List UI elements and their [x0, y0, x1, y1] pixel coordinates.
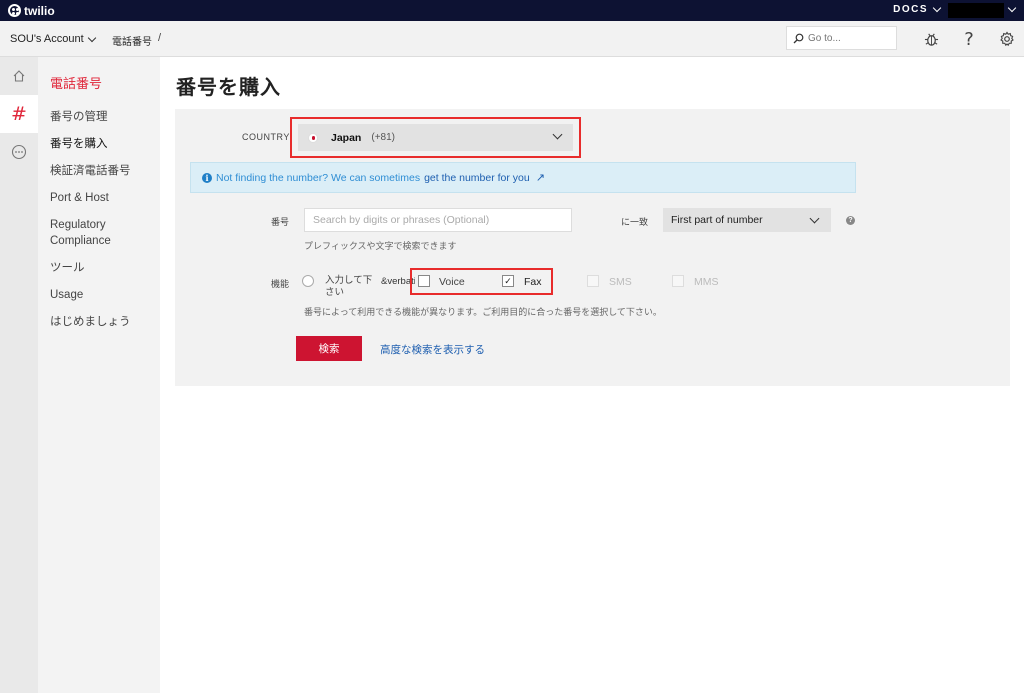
sidenav-item-usage[interactable]: Usage [50, 287, 150, 303]
search-input[interactable] [808, 32, 893, 44]
question-icon[interactable]: ? [846, 216, 855, 225]
match-select[interactable]: First part of number [663, 208, 831, 232]
sidenav-item-getting-started[interactable]: はじめましょう [50, 314, 150, 330]
twilio-logo[interactable]: twilio [8, 4, 55, 18]
country-label: COUNTRY [242, 132, 290, 142]
match-value: First part of number [671, 214, 763, 226]
icon-rail: # [0, 57, 38, 693]
sidenav-item-manage-numbers[interactable]: 番号の管理 [50, 109, 150, 125]
chevron-down-icon [87, 33, 96, 42]
docs-label: DOCS [893, 4, 928, 15]
info-text: Not finding the number? We can sometimes [216, 171, 421, 184]
number-label: 番号 [271, 217, 290, 227]
logo-text: twilio [24, 3, 55, 18]
sidenav-list: 番号の管理 番号を購入 検証済電話番号 Port & Host Regulato… [50, 109, 150, 341]
info-icon: i [202, 172, 212, 183]
search-button[interactable]: 検索 [296, 336, 362, 361]
number-hint: プレフィックスや文字で検索できます [304, 241, 457, 251]
sidenav-item-verified-numbers[interactable]: 検証済電話番号 [50, 163, 150, 179]
sidenav-title[interactable]: 電話番号 [50, 73, 102, 92]
user-menu[interactable] [948, 3, 1004, 18]
highlight-box-country [290, 117, 581, 158]
sidenav-item-tools[interactable]: ツール [50, 260, 150, 276]
sidenav-item-buy-number[interactable]: 番号を購入 [50, 136, 150, 152]
mms-checkbox[interactable] [672, 275, 684, 287]
number-search-input[interactable] [304, 208, 572, 232]
mms-label: MMS [694, 276, 719, 288]
match-label: に一致 [621, 217, 649, 227]
account-switcher[interactable]: SOU's Account [10, 33, 96, 45]
more-icon[interactable] [0, 133, 38, 171]
hash-icon[interactable]: # [0, 95, 38, 133]
sub-header: SOU's Account 電話番号 / ? [0, 21, 1024, 57]
advanced-search-link[interactable]: 高度な検索を表示する [380, 342, 485, 357]
chevron-down-icon [932, 3, 942, 13]
sidenav-item-regulatory-compliance[interactable]: Regulatory Compliance [50, 217, 150, 249]
page-title: 番号を購入 [176, 77, 281, 99]
sms-checkbox[interactable] [587, 275, 599, 287]
capability-label: 機能 [271, 279, 290, 289]
capability-radio[interactable] [302, 275, 314, 287]
help-icon[interactable]: ? [960, 29, 978, 50]
twilio-logo-icon [8, 4, 21, 17]
chevron-down-icon[interactable] [1007, 3, 1017, 13]
account-label: SOU's Account [10, 33, 84, 45]
highlight-box-capabilities [410, 268, 553, 295]
go-to-search[interactable] [786, 26, 897, 50]
get-number-link[interactable]: get the number for you [424, 172, 530, 184]
radio-label: 入力して下さい [325, 275, 373, 298]
debugger-icon[interactable] [922, 30, 940, 48]
sidenav-item-port-host[interactable]: Port & Host [50, 190, 150, 206]
settings-icon[interactable] [998, 30, 1016, 48]
home-icon[interactable] [0, 57, 38, 95]
sms-label: SMS [609, 276, 632, 288]
top-bar: twilio DOCS [0, 0, 1024, 21]
search-icon [793, 33, 804, 43]
breadcrumb-separator: / [158, 32, 162, 44]
info-banner: i Not finding the number? We can sometim… [190, 162, 856, 193]
docs-menu[interactable]: DOCS [893, 3, 942, 15]
chevron-down-icon [809, 213, 820, 224]
external-link-icon[interactable]: ↗ [536, 171, 545, 184]
capability-hint: 番号によって利用できる機能が異なります。ご利用目的に合った番号を選択して下さい。 [304, 307, 662, 317]
side-nav: 電話番号 番号の管理 番号を購入 検証済電話番号 Port & Host Reg… [38, 57, 160, 693]
breadcrumb[interactable]: 電話番号 [112, 33, 152, 48]
